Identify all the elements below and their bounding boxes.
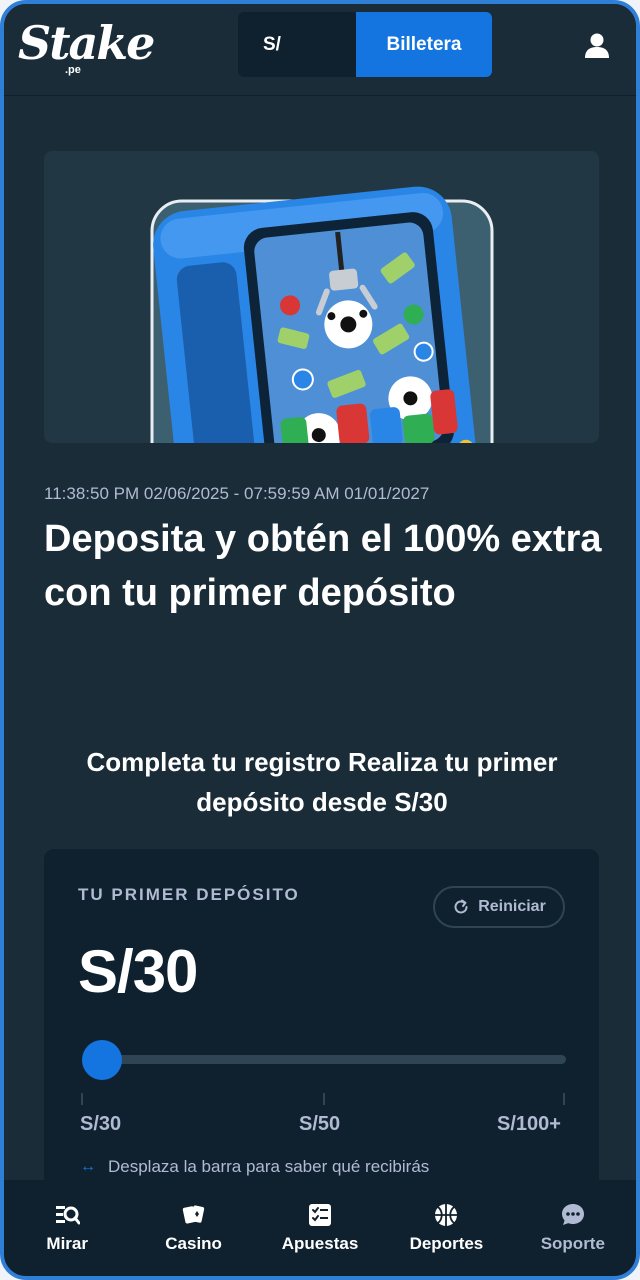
promo-date-range: 11:38:50 PM 02/06/2025 - 07:59:59 AM 01/… — [44, 484, 430, 503]
hint-text: Desplaza la barra para saber qué recibir… — [108, 1157, 430, 1176]
wallet-button[interactable]: Billetera — [356, 12, 492, 77]
user-icon[interactable] — [584, 32, 610, 58]
slider-hint: ↔ Desplaza la barra para saber qué recib… — [80, 1157, 429, 1177]
claw-machine-illustration — [150, 186, 494, 443]
reset-button[interactable]: Reiniciar — [433, 886, 565, 928]
nav-label: Deportes — [409, 1234, 484, 1253]
deposit-amount: S/30 — [78, 938, 198, 1005]
nav-label: Soporte — [540, 1234, 605, 1253]
promo-banner — [44, 151, 599, 443]
bottom-nav: Mirar Casino Apuestas Deportes Soporte — [4, 1180, 636, 1276]
nav-item-casino[interactable]: Casino — [130, 1180, 256, 1276]
stake-logo[interactable]: Stake — [18, 16, 155, 70]
nav-label: Mirar — [46, 1234, 88, 1253]
chat-icon — [561, 1204, 584, 1225]
nav-item-mirar[interactable]: Mirar — [4, 1180, 130, 1276]
deposit-slider-track[interactable] — [94, 1055, 566, 1064]
top-header: Stake .pe S/ Billetera — [4, 4, 636, 96]
nav-label: Apuestas — [281, 1234, 359, 1253]
promo-title: Deposita y obtén el 100% extra con tu pr… — [44, 518, 602, 614]
horizontal-arrows-icon: ↔ — [80, 1158, 96, 1175]
reset-label: Reiniciar — [478, 898, 546, 915]
deposit-label: TU PRIMER DEPÓSITO — [78, 885, 300, 904]
betslip-icon — [309, 1204, 332, 1226]
nav-item-deportes[interactable]: Deportes — [383, 1180, 509, 1276]
wallet-group: S/ Billetera — [238, 12, 492, 77]
slider-tick — [563, 1093, 565, 1105]
wallet-balance[interactable]: S/ — [238, 12, 356, 77]
cards-icon — [182, 1205, 204, 1224]
browse-icon — [56, 1206, 81, 1225]
deposit-slider-thumb[interactable] — [82, 1040, 122, 1080]
tick-label-mid: S/50 — [299, 1113, 341, 1135]
nav-item-apuestas[interactable]: Apuestas — [257, 1180, 383, 1276]
promo-subtitle: Completa tu registro Realiza tu primer d… — [86, 747, 558, 817]
slider-tick — [323, 1093, 325, 1105]
slider-tick — [81, 1093, 83, 1105]
logo-domain: .pe — [65, 64, 81, 76]
basketball-icon — [435, 1204, 458, 1226]
tick-label-min: S/30 — [80, 1113, 122, 1135]
nav-item-soporte[interactable]: Soporte — [510, 1180, 636, 1276]
refresh-icon — [454, 899, 468, 914]
app-frame: Stake .pe S/ Billetera 11:38:50 PM 02/06… — [0, 0, 640, 1280]
tick-label-max: S/100+ — [497, 1113, 561, 1135]
nav-label: Casino — [165, 1234, 222, 1253]
